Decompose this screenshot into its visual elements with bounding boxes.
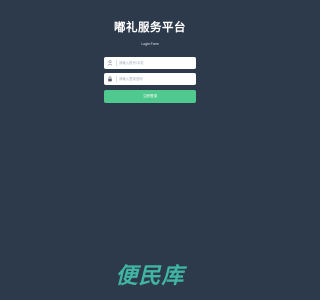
login-button[interactable]: 立即登录 [104,90,196,103]
password-input[interactable] [119,73,194,85]
lock-icon [104,73,116,85]
password-field[interactable] [104,73,196,85]
username-field[interactable] [104,57,196,69]
login-page: 嘟礼服务平台 Login Form 立即登录 便民库 [0,0,300,300]
watermark-logo: 便民库 [115,264,185,289]
page-title: 嘟礼服务平台 [114,20,186,34]
page-subtitle: Login Form [141,42,159,46]
field-divider [116,76,117,82]
username-input[interactable] [119,57,194,69]
user-icon [104,57,116,69]
field-divider [116,60,117,66]
